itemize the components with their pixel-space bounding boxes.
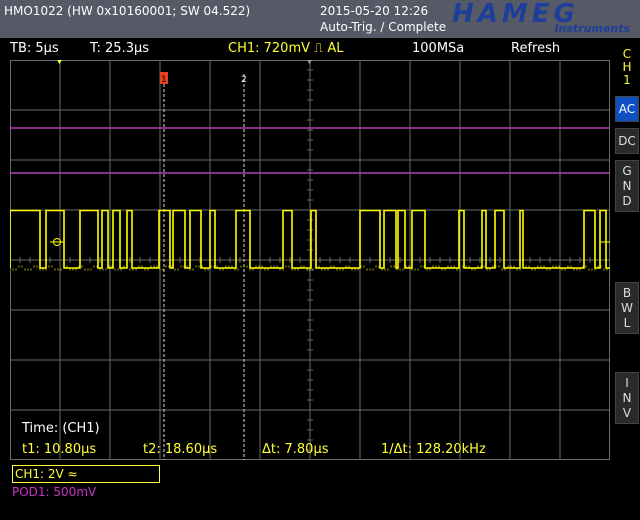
center-marker [307, 60, 312, 64]
trigger-status: Auto-Trig. / Complete [320, 20, 447, 34]
ch1-status-box[interactable]: CH1: 2V ≈ [12, 465, 160, 483]
bandwidth-limit-button[interactable]: BWL [615, 282, 639, 334]
measurement-t2: t2: 18.60µs [143, 442, 218, 457]
title-bar: HMO1022 (HW 0x10160001; SW 04.522) 2015-… [0, 0, 640, 38]
info-bar: TB: 5µs T: 25.3µs CH1: 720mV ⎍ AL 100MSa… [0, 38, 614, 60]
device-info: HMO1022 (HW 0x10160001; SW 04.522) [4, 4, 251, 18]
trigger-position-marker [57, 60, 62, 64]
trigger-source-readout[interactable]: CH1: 720mV ⎍ AL [228, 41, 344, 56]
invert-button[interactable]: INV [615, 372, 639, 424]
measurement-delta-t: Δt: 7.80µs [262, 442, 329, 457]
measurement-t1: t1: 10.80µs [22, 442, 97, 457]
date-time: 2015-05-20 12:26 [320, 4, 429, 18]
hameg-logo: HAMEG Instruments [452, 0, 636, 35]
cursor-2-label: 2 [241, 75, 247, 85]
measurement-title: Time: (CH1) [22, 421, 100, 436]
acquisition-mode-readout[interactable]: Refresh [511, 41, 560, 56]
timebase-readout[interactable]: TB: 5µs [10, 41, 59, 56]
trigger-time-readout[interactable]: T: 25.3µs [90, 41, 149, 56]
cursor-1-label: 1 [161, 75, 167, 85]
coupling-gnd-button[interactable]: GND [615, 160, 639, 212]
measurement-frequency: 1/Δt: 128.20kHz [381, 442, 486, 457]
scope-display[interactable]: 0 1 1 2 1 [10, 60, 610, 460]
logo-sub-text: Instruments [554, 22, 630, 35]
coupling-dc-button[interactable]: DC [615, 128, 639, 154]
channel-status-bar: CH1: 2V ≈ POD1: 500mV [0, 462, 614, 520]
sample-rate-readout: 100MSa [412, 41, 465, 56]
pod1-status[interactable]: POD1: 500mV [12, 485, 96, 499]
coupling-ac-button[interactable]: AC [615, 96, 639, 122]
channel-softkey-panel: CH1 AC DC GND BWL INV [614, 38, 640, 520]
channel-indicator: CH1 [622, 47, 632, 87]
